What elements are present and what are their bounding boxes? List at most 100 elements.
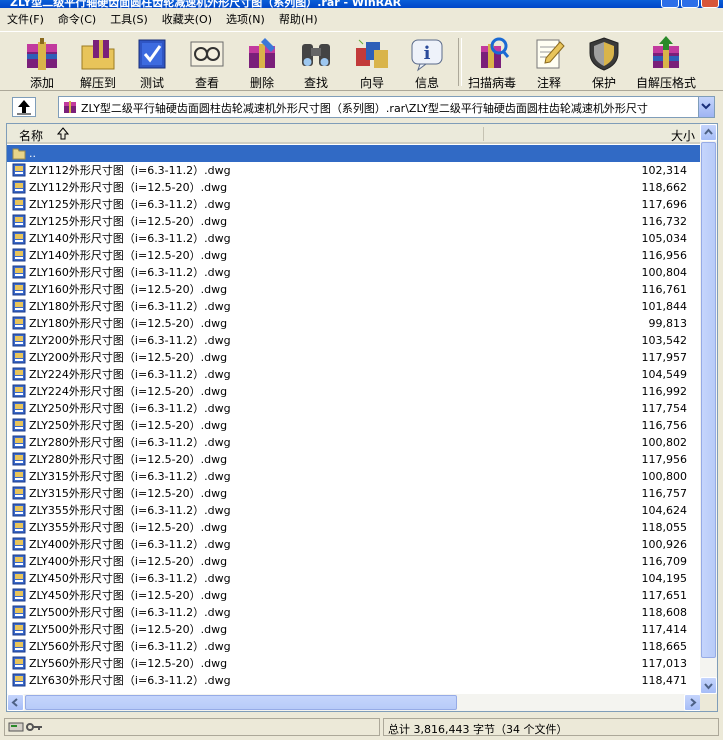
file-size: 117,754: [641, 402, 688, 415]
wizard-button[interactable]: 向导: [346, 34, 398, 90]
view-icon: [188, 36, 226, 72]
file-row[interactable]: ZLY315外形尺寸图（i=12.5-20）.dwg 116,757: [7, 485, 701, 502]
file-row[interactable]: ZLY450外形尺寸图（i=12.5-20）.dwg 117,651: [7, 587, 701, 604]
file-name: ZLY450外形尺寸图（i=12.5-20）.dwg: [29, 589, 228, 602]
scroll-down-button[interactable]: [700, 677, 717, 694]
file-name: ZLY560外形尺寸图（i=6.3-11.2）.dwg: [29, 640, 231, 653]
maximize-button[interactable]: [681, 0, 699, 8]
virus-scan-button[interactable]: 扫描病毒: [466, 34, 518, 90]
menu-tools[interactable]: 工具(S): [103, 10, 155, 30]
dwg-file-icon: [12, 537, 26, 551]
file-row[interactable]: ZLY224外形尺寸图（i=6.3-11.2）.dwg 104,549: [7, 366, 701, 383]
file-row[interactable]: ZLY250外形尺寸图（i=6.3-11.2）.dwg 117,754: [7, 400, 701, 417]
info-button[interactable]: i 信息: [401, 34, 453, 90]
comment-icon: [530, 36, 568, 72]
file-row[interactable]: ZLY160外形尺寸图（i=12.5-20）.dwg 116,761: [7, 281, 701, 298]
title-bar[interactable]: ZLY型二级平行轴硬齿面圆柱齿轮减速机外形尺寸图（系列图）.rar - WinR…: [0, 0, 723, 8]
file-row[interactable]: ZLY112外形尺寸图（i=6.3-11.2）.dwg 102,314: [7, 162, 701, 179]
file-row[interactable]: ZLY450外形尺寸图（i=6.3-11.2）.dwg 104,195: [7, 570, 701, 587]
dwg-file-icon: [12, 367, 26, 381]
file-name: ZLY450外形尺寸图（i=6.3-11.2）.dwg: [29, 572, 231, 585]
dwg-file-icon: [12, 299, 26, 313]
file-row[interactable]: ZLY180外形尺寸图（i=6.3-11.2）.dwg 101,844: [7, 298, 701, 315]
file-row[interactable]: ZLY112外形尺寸图（i=12.5-20）.dwg 118,662: [7, 179, 701, 196]
file-row[interactable]: ZLY125外形尺寸图（i=12.5-20）.dwg 116,732: [7, 213, 701, 230]
comment-button[interactable]: 注释: [523, 34, 575, 90]
file-row[interactable]: ZLY250外形尺寸图（i=12.5-20）.dwg 116,756: [7, 417, 701, 434]
path-combobox[interactable]: ZLY型二级平行轴硬齿面圆柱齿轮减速机外形尺寸图（系列图）.rar\ZLY型二级…: [58, 96, 715, 118]
file-row[interactable]: ZLY280外形尺寸图（i=12.5-20）.dwg 117,956: [7, 451, 701, 468]
file-row[interactable]: ZLY355外形尺寸图（i=6.3-11.2）.dwg 104,624: [7, 502, 701, 519]
file-row[interactable]: ZLY140外形尺寸图（i=12.5-20）.dwg 116,956: [7, 247, 701, 264]
file-name: ZLY500外形尺寸图（i=12.5-20）.dwg: [29, 623, 228, 636]
vertical-scroll-thumb[interactable]: [701, 142, 716, 658]
test-button[interactable]: 测试: [126, 34, 178, 90]
svg-text:i: i: [424, 43, 431, 64]
add-archive-icon: [23, 36, 61, 72]
file-size: 118,665: [641, 640, 688, 653]
file-name: ZLY560外形尺寸图（i=12.5-20）.dwg: [29, 657, 228, 670]
file-row[interactable]: ZLY400外形尺寸图（i=6.3-11.2）.dwg 100,926: [7, 536, 701, 553]
file-name: ZLY630外形尺寸图（i=6.3-11.2）.dwg: [29, 674, 231, 687]
file-name: ZLY112外形尺寸图（i=12.5-20）.dwg: [29, 181, 228, 194]
minimize-button[interactable]: [661, 0, 679, 8]
menu-commands[interactable]: 命令(C): [51, 10, 103, 30]
file-row[interactable]: ZLY500外形尺寸图（i=12.5-20）.dwg 117,414: [7, 621, 701, 638]
find-button[interactable]: 查找: [290, 34, 342, 90]
scroll-right-button[interactable]: [684, 694, 701, 711]
file-row[interactable]: ZLY630外形尺寸图（i=6.3-11.2）.dwg 118,471: [7, 672, 701, 689]
menu-options[interactable]: 选项(N): [219, 10, 272, 30]
column-size[interactable]: 大小: [671, 127, 695, 144]
file-row[interactable]: ZLY180外形尺寸图（i=12.5-20）.dwg 99,813: [7, 315, 701, 332]
menu-favorites[interactable]: 收藏夹(O): [155, 10, 219, 30]
file-size: 100,802: [641, 436, 688, 449]
protect-button[interactable]: 保护: [578, 34, 630, 90]
sfx-button[interactable]: 自解压格式: [636, 34, 696, 90]
extract-to-button[interactable]: 解压到: [72, 34, 124, 90]
file-row[interactable]: ZLY224外形尺寸图（i=12.5-20）.dwg 116,992: [7, 383, 701, 400]
parent-folder-row[interactable]: ..: [7, 145, 701, 162]
file-name: ZLY280外形尺寸图（i=6.3-11.2）.dwg: [29, 436, 231, 449]
close-button[interactable]: [701, 0, 719, 8]
file-size: 100,926: [641, 538, 688, 551]
file-name: ZLY125外形尺寸图（i=6.3-11.2）.dwg: [29, 198, 231, 211]
file-rows: .. ZLY112外形尺寸图（i=6.3-11.2）.dwg 102,314 ZLY…: [7, 145, 701, 689]
up-folder-button[interactable]: [12, 97, 36, 117]
column-divider[interactable]: [483, 127, 484, 141]
delete-button[interactable]: 删除: [236, 34, 288, 90]
file-row[interactable]: ZLY200外形尺寸图（i=6.3-11.2）.dwg 103,542: [7, 332, 701, 349]
arrow-down-icon: [704, 683, 713, 690]
dwg-file-icon: [12, 265, 26, 279]
column-name[interactable]: 名称: [19, 127, 43, 144]
file-row[interactable]: ZLY200外形尺寸图（i=12.5-20）.dwg 117,957: [7, 349, 701, 366]
file-list[interactable]: 名称 大小 .. ZLY112外形尺寸图（i=6.3-11.2）.dwg 102,…: [6, 123, 718, 712]
file-row[interactable]: ZLY400外形尺寸图（i=12.5-20）.dwg 116,709: [7, 553, 701, 570]
dwg-file-icon: [12, 622, 26, 636]
scroll-up-button[interactable]: [700, 124, 717, 141]
file-row[interactable]: ZLY140外形尺寸图（i=6.3-11.2）.dwg 105,034: [7, 230, 701, 247]
horizontal-scrollbar[interactable]: [7, 694, 701, 711]
scroll-left-button[interactable]: [7, 694, 24, 711]
dwg-file-icon: [12, 554, 26, 568]
menu-file[interactable]: 文件(F): [0, 10, 51, 30]
file-row[interactable]: ZLY500外形尺寸图（i=6.3-11.2）.dwg 118,608: [7, 604, 701, 621]
file-name: ZLY160外形尺寸图（i=6.3-11.2）.dwg: [29, 266, 231, 279]
file-row[interactable]: ZLY560外形尺寸图（i=6.3-11.2）.dwg 118,665: [7, 638, 701, 655]
file-row[interactable]: ZLY560外形尺寸图（i=12.5-20）.dwg 117,013: [7, 655, 701, 672]
file-row[interactable]: ZLY280外形尺寸图（i=6.3-11.2）.dwg 100,802: [7, 434, 701, 451]
file-row[interactable]: ZLY125外形尺寸图（i=6.3-11.2）.dwg 117,696: [7, 196, 701, 213]
file-row[interactable]: ZLY355外形尺寸图（i=12.5-20）.dwg 118,055: [7, 519, 701, 536]
menu-help[interactable]: 帮助(H): [272, 10, 325, 30]
file-row[interactable]: ZLY315外形尺寸图（i=6.3-11.2）.dwg 100,800: [7, 468, 701, 485]
file-name: ZLY250外形尺寸图（i=12.5-20）.dwg: [29, 419, 228, 432]
dwg-file-icon: [12, 180, 26, 194]
horizontal-scroll-thumb[interactable]: [25, 695, 457, 710]
file-size: 117,651: [641, 589, 688, 602]
path-dropdown-button[interactable]: [698, 97, 714, 117]
add-button[interactable]: 添加: [16, 34, 68, 90]
file-row[interactable]: ZLY160外形尺寸图（i=6.3-11.2）.dwg 100,804: [7, 264, 701, 281]
view-button[interactable]: 查看: [181, 34, 233, 90]
file-name: ZLY160外形尺寸图（i=12.5-20）.dwg: [29, 283, 228, 296]
file-size: 117,957: [641, 351, 688, 364]
vertical-scrollbar[interactable]: [700, 124, 717, 694]
